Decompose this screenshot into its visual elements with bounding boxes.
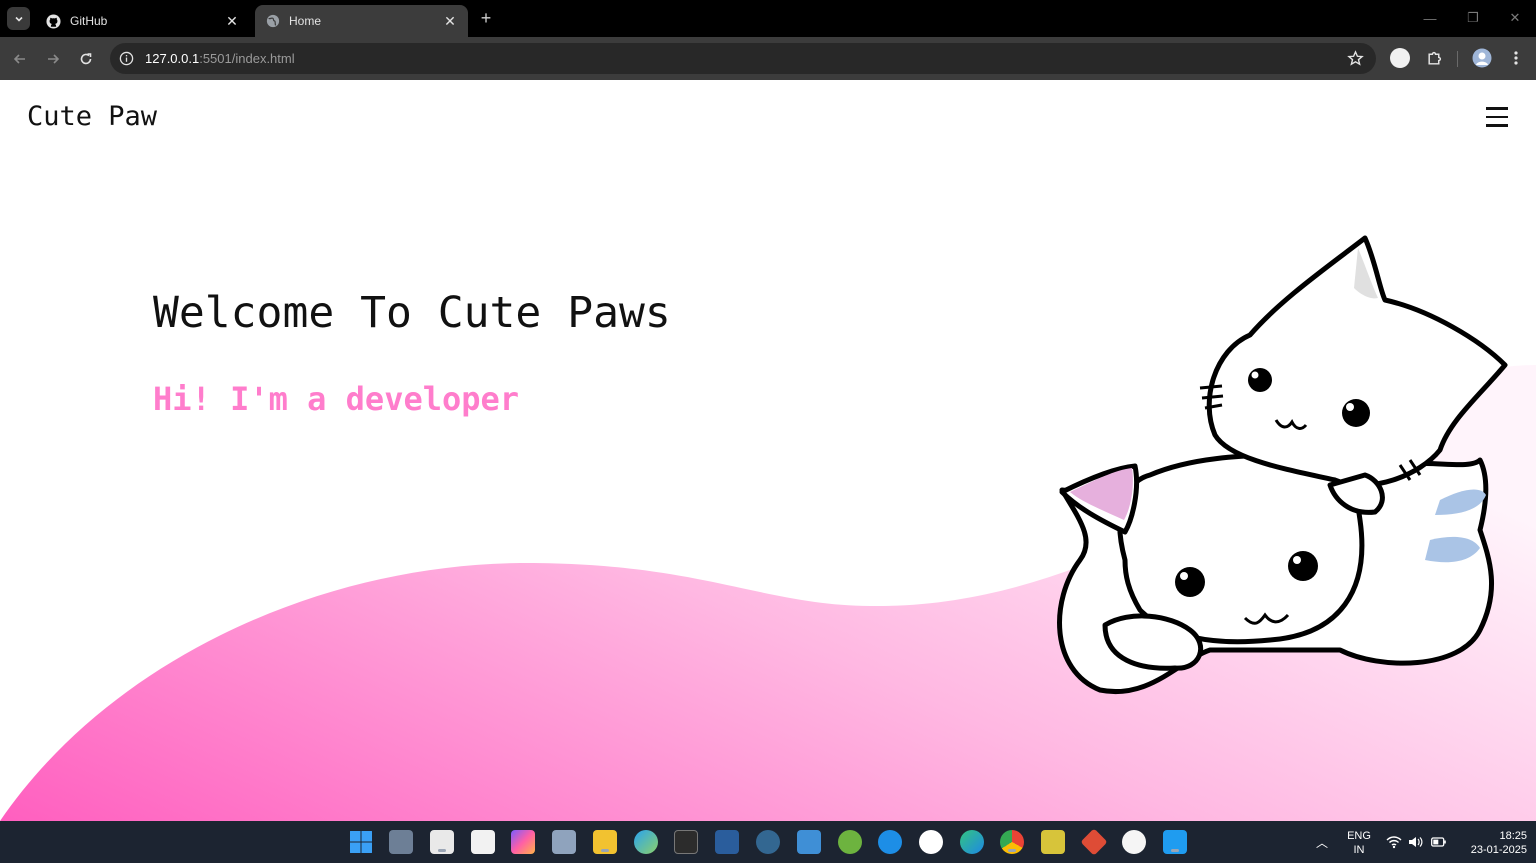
new-tab-button[interactable]: + [476, 8, 496, 28]
postgresql-icon[interactable] [756, 830, 780, 854]
site-info-icon[interactable] [119, 51, 134, 66]
system-clock[interactable]: 18:25 23-01-2025 [1455, 829, 1527, 857]
reload-button[interactable] [74, 47, 98, 71]
site-brand[interactable]: Cute Paw [27, 101, 157, 132]
window-close-icon[interactable]: ✕ [1505, 8, 1525, 28]
chevron-down-icon [14, 16, 23, 22]
docker-icon[interactable] [878, 830, 902, 854]
chevron-up-icon[interactable]: ︿ [1316, 834, 1328, 851]
tab-search-button[interactable] [7, 7, 30, 30]
hamburger-menu-icon[interactable] [1486, 107, 1508, 129]
language-indicator[interactable]: ENG IN [1343, 829, 1375, 857]
two-white-kittens-illustration [1057, 235, 1508, 695]
account-avatar-button[interactable] [1471, 47, 1493, 69]
browser-toolbar: 127.0.0.1:5501/index.html [0, 37, 1536, 80]
language-code: ENG [1347, 830, 1371, 842]
tab-home[interactable]: Home ✕ [255, 5, 468, 37]
vscode-icon[interactable] [1163, 830, 1187, 854]
minimize-icon[interactable]: — [1420, 8, 1440, 28]
region-code: IN [1353, 844, 1365, 856]
reload-icon [80, 53, 92, 65]
database-tool-icon[interactable] [715, 830, 739, 854]
url-path: :5501/index.html [199, 51, 295, 66]
terminal-icon[interactable] [674, 830, 698, 854]
back-button[interactable] [8, 47, 32, 71]
tab-title: GitHub [70, 14, 108, 28]
microsoft-store-icon[interactable] [471, 830, 495, 854]
restore-icon[interactable]: ❐ [1463, 8, 1483, 28]
battery-icon[interactable] [1431, 836, 1447, 848]
git-icon[interactable] [1080, 828, 1108, 856]
address-bar[interactable]: 127.0.0.1:5501/index.html [110, 43, 1376, 74]
windows-taskbar: ︿ ENG IN 18:25 23-01-2025 [0, 821, 1536, 863]
calculator-icon[interactable] [552, 830, 576, 854]
arrow-right-icon [48, 54, 60, 64]
url-text[interactable]: 127.0.0.1:5501/index.html [145, 51, 295, 66]
chrome-icon[interactable] [1000, 830, 1024, 854]
globe-icon [265, 14, 280, 29]
clock-date: 23-01-2025 [1470, 844, 1527, 856]
profile-circle-button[interactable] [1389, 47, 1411, 69]
bookmark-star-icon[interactable] [1347, 50, 1364, 67]
mongodb-compass-icon[interactable] [1122, 830, 1146, 854]
camera-app-icon[interactable] [389, 830, 413, 854]
web-page: Cute Paw Welcome To Cute Paws Hi! I'm a … [0, 80, 1536, 821]
tab-title: Home [289, 14, 322, 28]
tab-github[interactable]: GitHub ✕ [36, 5, 250, 37]
close-icon[interactable]: ✕ [224, 13, 240, 29]
edge-icon[interactable] [960, 830, 984, 854]
avatar-icon [1472, 48, 1492, 68]
url-host: 127.0.0.1 [145, 51, 200, 66]
extensions-button[interactable] [1423, 47, 1445, 69]
wifi-icon[interactable] [1386, 835, 1402, 849]
photo-editor-icon[interactable] [1041, 830, 1065, 854]
hero-subtitle: Hi! I'm a developer [153, 380, 520, 418]
puzzle-icon [1427, 51, 1441, 65]
snipping-tool-icon[interactable] [430, 830, 454, 854]
file-explorer-icon[interactable] [593, 830, 617, 854]
windows-start-icon[interactable] [349, 830, 373, 854]
spring-icon[interactable] [838, 830, 862, 854]
more-vertical-icon [1514, 51, 1518, 65]
forward-button[interactable] [41, 47, 65, 71]
volume-icon[interactable] [1408, 835, 1424, 849]
arrow-left-icon [13, 54, 25, 64]
github-icon [46, 13, 61, 29]
app-a-icon[interactable] [919, 830, 943, 854]
notepad-icon[interactable] [797, 830, 821, 854]
copilot-icon[interactable] [511, 830, 535, 854]
clock-time: 18:25 [1499, 830, 1527, 842]
hero-title: Welcome To Cute Paws [153, 288, 671, 338]
browser-tabstrip: GitHub ✕ Home ✕ + — ❐ ✕ [0, 0, 1536, 37]
toolbar-divider [1457, 51, 1458, 67]
close-icon[interactable]: ✕ [442, 13, 458, 29]
profile-circle-icon [1390, 48, 1410, 68]
maps-icon[interactable] [634, 830, 658, 854]
browser-menu-button[interactable] [1505, 47, 1527, 69]
